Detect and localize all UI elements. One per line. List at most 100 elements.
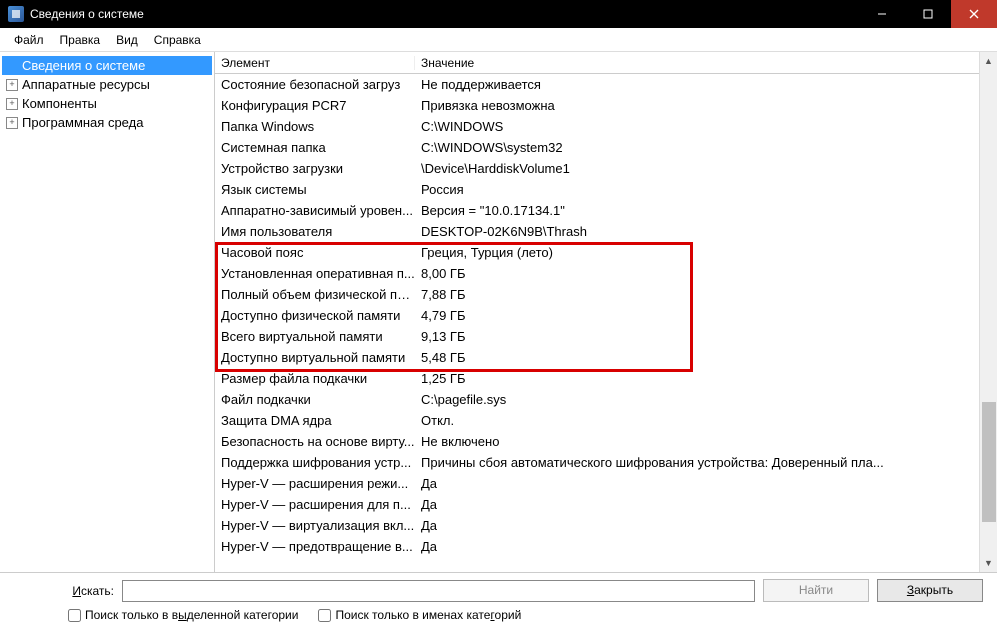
row-value: 1,25 ГБ — [415, 371, 979, 386]
maximize-button[interactable] — [905, 0, 951, 28]
search-input[interactable] — [122, 580, 755, 602]
column-value[interactable]: Значение — [415, 56, 979, 70]
row-key: Аппаратно-зависимый уровен... — [215, 203, 415, 218]
menu-file[interactable]: Файл — [6, 31, 52, 49]
row-key: Безопасность на основе вирту... — [215, 434, 415, 449]
expand-icon[interactable]: + — [6, 98, 18, 110]
row-value: 5,48 ГБ — [415, 350, 979, 365]
list-row[interactable]: Всего виртуальной памяти9,13 ГБ — [215, 326, 979, 347]
search-label: Искать: — [14, 584, 114, 598]
menu-bar: Файл Правка Вид Справка — [0, 28, 997, 52]
row-value: Не поддерживается — [415, 77, 979, 92]
list-row[interactable]: Hyper-V — предотвращение в...Да — [215, 536, 979, 557]
row-key: Размер файла подкачки — [215, 371, 415, 386]
row-key: Состояние безопасной загруз — [215, 77, 415, 92]
list-row[interactable]: Hyper-V — расширения для п...Да — [215, 494, 979, 515]
expand-icon[interactable]: + — [6, 117, 18, 129]
row-value: C:\WINDOWS\system32 — [415, 140, 979, 155]
list-row[interactable]: Hyper-V — расширения режи...Да — [215, 473, 979, 494]
scroll-thumb[interactable] — [982, 402, 996, 522]
menu-help[interactable]: Справка — [146, 31, 209, 49]
row-value: Версия = "10.0.17134.1" — [415, 203, 979, 218]
row-value: Причины сбоя автоматического шифрования … — [415, 455, 979, 470]
row-key: Полный объем физической па... — [215, 287, 415, 302]
list-row[interactable]: Аппаратно-зависимый уровен...Версия = "1… — [215, 200, 979, 221]
row-value: C:\pagefile.sys — [415, 392, 979, 407]
list-row[interactable]: Устройство загрузки\Device\HarddiskVolum… — [215, 158, 979, 179]
list-row[interactable]: Состояние безопасной загрузНе поддержива… — [215, 74, 979, 95]
list-row[interactable]: Папка WindowsC:\WINDOWS — [215, 116, 979, 137]
row-key: Доступно виртуальной памяти — [215, 350, 415, 365]
window-title: Сведения о системе — [30, 7, 859, 21]
row-key: Всего виртуальной памяти — [215, 329, 415, 344]
list-row[interactable]: Размер файла подкачки1,25 ГБ — [215, 368, 979, 389]
search-panel: Искать: Найти Закрыть Поиск только в выд… — [0, 573, 997, 629]
row-key: Доступно физической памяти — [215, 308, 415, 323]
list-row[interactable]: Системная папкаC:\WINDOWS\system32 — [215, 137, 979, 158]
tree-root[interactable]: Сведения о системе — [2, 56, 212, 75]
tree-software-label: Программная среда — [22, 115, 143, 130]
details-list[interactable]: Элемент Значение Состояние безопасной за… — [215, 52, 979, 572]
row-key: Имя пользователя — [215, 224, 415, 239]
row-key: Hyper-V — виртуализация вкл... — [215, 518, 415, 533]
scroll-up-icon[interactable]: ▲ — [980, 52, 997, 70]
list-row[interactable]: Часовой поясГреция, Турция (лето) — [215, 242, 979, 263]
check-category-names-box[interactable] — [318, 609, 331, 622]
row-key: Устройство загрузки — [215, 161, 415, 176]
row-key: Поддержка шифрования устр... — [215, 455, 415, 470]
row-value: Не включено — [415, 434, 979, 449]
list-row[interactable]: Доступно физической памяти4,79 ГБ — [215, 305, 979, 326]
check-category-names[interactable]: Поиск только в именах категорий — [318, 608, 521, 622]
close-panel-button[interactable]: Закрыть — [877, 579, 983, 602]
row-value: 8,00 ГБ — [415, 266, 979, 281]
title-bar: Сведения о системе — [0, 0, 997, 28]
list-row[interactable]: Имя пользователяDESKTOP-02K6N9B\Thrash — [215, 221, 979, 242]
row-value: Откл. — [415, 413, 979, 428]
tree-root-label: Сведения о системе — [22, 58, 145, 73]
list-row[interactable]: Доступно виртуальной памяти5,48 ГБ — [215, 347, 979, 368]
row-key: Hyper-V — расширения режи... — [215, 476, 415, 491]
list-row[interactable]: Конфигурация PCR7Привязка невозможна — [215, 95, 979, 116]
vertical-scrollbar[interactable]: ▲ ▼ — [979, 52, 997, 572]
check-selected-category[interactable]: Поиск только в выделенной категории — [68, 608, 298, 622]
tree-components[interactable]: + Компоненты — [2, 94, 212, 113]
list-row[interactable]: Установленная оперативная п...8,00 ГБ — [215, 263, 979, 284]
row-value: Да — [415, 497, 979, 512]
find-button[interactable]: Найти — [763, 579, 869, 602]
list-row[interactable]: Безопасность на основе вирту...Не включе… — [215, 431, 979, 452]
row-value: Привязка невозможна — [415, 98, 979, 113]
row-key: Файл подкачки — [215, 392, 415, 407]
navigation-tree[interactable]: Сведения о системе +Аппаратные ресурсы +… — [0, 52, 215, 572]
minimize-button[interactable] — [859, 0, 905, 28]
app-icon — [8, 6, 24, 22]
row-key: Конфигурация PCR7 — [215, 98, 415, 113]
row-value: C:\WINDOWS — [415, 119, 979, 134]
column-headers[interactable]: Элемент Значение — [215, 52, 979, 74]
tree-hardware[interactable]: +Аппаратные ресурсы — [2, 75, 212, 94]
row-key: Hyper-V — расширения для п... — [215, 497, 415, 512]
menu-edit[interactable]: Правка — [52, 31, 109, 49]
list-row[interactable]: Файл подкачкиC:\pagefile.sys — [215, 389, 979, 410]
tree-software[interactable]: + Программная среда — [2, 113, 212, 132]
row-key: Часовой пояс — [215, 245, 415, 260]
row-value: Россия — [415, 182, 979, 197]
check-selected-category-box[interactable] — [68, 609, 81, 622]
row-key: Язык системы — [215, 182, 415, 197]
menu-view[interactable]: Вид — [108, 31, 146, 49]
list-row[interactable]: Язык системыРоссия — [215, 179, 979, 200]
list-row[interactable]: Поддержка шифрования устр...Причины сбоя… — [215, 452, 979, 473]
row-value: Да — [415, 518, 979, 533]
close-button[interactable] — [951, 0, 997, 28]
list-row[interactable]: Защита DMA ядраОткл. — [215, 410, 979, 431]
row-value: 4,79 ГБ — [415, 308, 979, 323]
expand-icon[interactable]: + — [6, 79, 18, 91]
row-value: 9,13 ГБ — [415, 329, 979, 344]
row-key: Папка Windows — [215, 119, 415, 134]
tree-components-label: Компоненты — [22, 96, 97, 111]
column-element[interactable]: Элемент — [215, 56, 415, 70]
list-row[interactable]: Hyper-V — виртуализация вкл...Да — [215, 515, 979, 536]
row-value: Греция, Турция (лето) — [415, 245, 979, 260]
row-key: Системная папка — [215, 140, 415, 155]
list-row[interactable]: Полный объем физической па...7,88 ГБ — [215, 284, 979, 305]
scroll-down-icon[interactable]: ▼ — [980, 554, 997, 572]
